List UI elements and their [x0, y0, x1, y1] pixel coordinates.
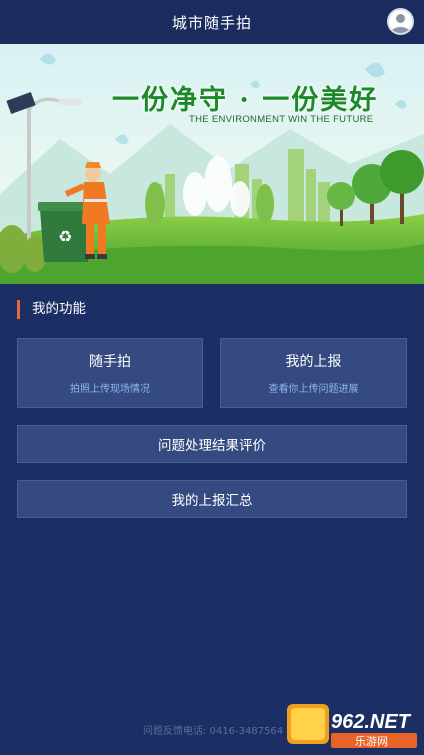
report-summary-button-label: 我的上报汇总 [171, 493, 253, 509]
snap-card-title: 随手拍 [89, 354, 131, 370]
my-report-card[interactable]: 我的上报 查看你上传问题进展 [220, 338, 407, 408]
section-title: 我的功能 [17, 300, 86, 319]
svg-text:乐游网: 乐游网 [355, 735, 388, 748]
svg-text:♻: ♻ [58, 227, 72, 246]
snap-card-subtitle: 拍照上传现场情况 [70, 384, 150, 395]
environment-banner: ♻ 一份净守 · 一份美好 THE ENVIRONMENT WIN THE FU… [0, 44, 424, 284]
user-avatar-icon[interactable] [387, 8, 414, 35]
svg-text:962.NET: 962.NET [331, 711, 412, 733]
evaluation-button[interactable]: 问题处理结果评价 [17, 425, 407, 463]
banner-slogan: 一份净守 · 一份美好 [112, 85, 379, 116]
top-bar: 城市随手拍 [0, 0, 424, 44]
evaluation-button-label: 问题处理结果评价 [158, 438, 266, 454]
report-summary-button[interactable]: 我的上报汇总 [17, 480, 407, 518]
page-title: 城市随手拍 [171, 13, 252, 32]
watermark-logo: 962.NET 乐游网 [285, 700, 420, 750]
my-report-card-title: 我的上报 [285, 354, 342, 370]
feedback-phone: 问题反馈电话: 0416-3487564 [143, 726, 284, 737]
banner-subslogan: THE ENVIRONMENT WIN THE FUTURE [189, 114, 374, 125]
my-report-card-subtitle: 查看你上传问题进展 [268, 384, 359, 395]
snap-card[interactable]: 随手拍 拍照上传现场情况 [17, 338, 203, 408]
